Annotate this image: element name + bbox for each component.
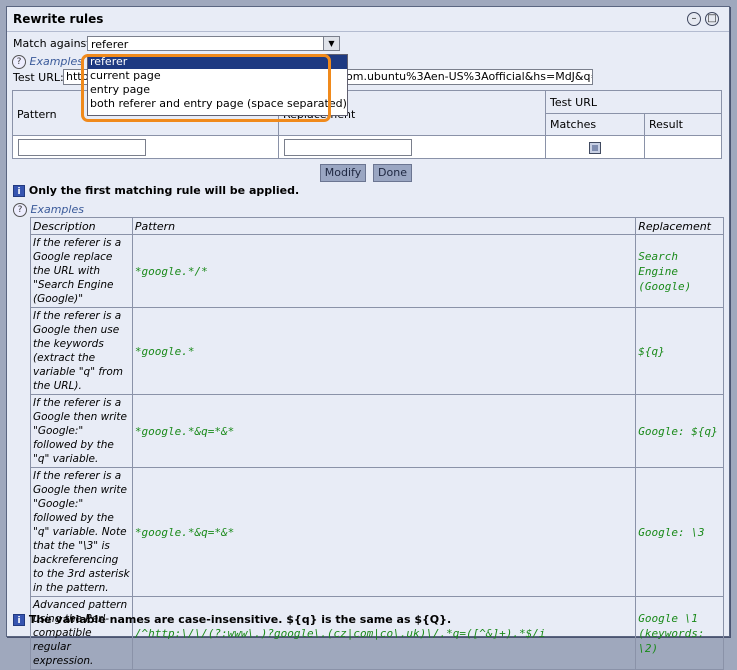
titlebar: Rewrite rules – □ [7, 7, 729, 32]
example-pattern: *google.*&q=*&* [131, 467, 637, 597]
test-url-header-cell: Test URL [545, 90, 722, 114]
table-row: If the referer is a Google then use the … [30, 307, 724, 395]
example-desc: If the referer is a Google then write "G… [30, 394, 133, 468]
example-pattern: *google.*/* [131, 234, 637, 308]
help-icon: ? [13, 203, 27, 217]
match-against-dropdown: referer current page entry page both ref… [87, 54, 348, 116]
test-url-header: Test URL [550, 96, 597, 109]
dropdown-option-current-page[interactable]: current page [88, 69, 347, 83]
result-cell [644, 135, 722, 159]
modify-button[interactable]: Modify [320, 164, 366, 182]
maximize-icon[interactable]: □ [705, 12, 719, 26]
replacement-col-header: Replacement [635, 217, 724, 235]
matches-checkbox[interactable] [589, 142, 601, 154]
example-replacement: Google \1 (keywords: \2) [635, 596, 724, 670]
pattern-input[interactable] [18, 139, 146, 156]
info-icon: i [13, 614, 25, 626]
pattern-header: Pattern [17, 108, 57, 121]
case-insensitive-notice-text: The variable names are case-insensitive.… [28, 613, 452, 626]
result-header: Result [649, 118, 683, 131]
table-row: If the referer is a Google then write "G… [30, 467, 724, 597]
example-pattern: *google.* [131, 307, 637, 395]
examples-link[interactable]: Examples [30, 55, 83, 68]
examples-table: Description Pattern Replacement If the r… [30, 217, 724, 670]
examples-title[interactable]: Examples [31, 203, 84, 216]
matches-header: Matches [550, 118, 597, 131]
dropdown-option-entry-page[interactable]: entry page [88, 83, 347, 97]
pattern-col-header: Pattern [131, 217, 637, 235]
examples-header-row: Description Pattern Replacement [30, 217, 724, 235]
example-desc: Advanced pattern using the Perl-compatib… [30, 596, 133, 670]
example-replacement: Google: ${q} [635, 394, 724, 468]
chevron-down-icon[interactable]: ▼ [323, 37, 339, 50]
rewrite-rules-window: Rewrite rules – □ Match against: referer… [6, 6, 730, 670]
minimize-icon[interactable]: – [687, 12, 701, 26]
matches-header-cell: Matches [545, 113, 645, 136]
description-header: Description [30, 217, 133, 235]
done-button[interactable]: Done [373, 164, 412, 182]
dropdown-option-referer[interactable]: referer [88, 55, 347, 69]
table-row: Advanced pattern using the Perl-compatib… [30, 596, 724, 670]
example-replacement: Search Engine (Google) [635, 234, 724, 308]
example-replacement: Google: \3 [635, 467, 724, 597]
examples-row: ? Examples [13, 203, 84, 217]
first-rule-notice: i Only the first matching rule will be a… [13, 184, 299, 197]
example-pattern: *google.*&q=*&* [131, 394, 637, 468]
info-icon: i [13, 185, 25, 197]
result-header-cell: Result [644, 113, 722, 136]
example-pattern: /^http:\/\/(?:www\.)?google\.(cz|com|co\… [131, 596, 637, 670]
match-against-label: Match against: [13, 37, 95, 50]
example-desc: If the referer is a Google then write "G… [30, 467, 133, 597]
dropdown-option-both[interactable]: both referer and entry page (space separ… [88, 97, 347, 111]
example-replacement: ${q} [635, 307, 724, 395]
example-desc: If the referer is a Google replace the U… [30, 234, 133, 308]
first-rule-notice-text: Only the first matching rule will be app… [28, 184, 300, 197]
match-against-value: referer [91, 38, 129, 51]
examples-link-row[interactable]: ? Examples [12, 55, 83, 69]
test-url-label: Test URL: [13, 71, 64, 84]
table-row: If the referer is a Google then write "G… [30, 394, 724, 468]
replacement-input[interactable] [284, 139, 412, 156]
table-row: If the referer is a Google replace the U… [30, 234, 724, 308]
match-against-select[interactable]: referer ▼ [87, 36, 340, 51]
help-icon: ? [12, 55, 26, 69]
window-title: Rewrite rules [13, 12, 104, 26]
test-url-value-right: -com.ubuntu%3Aen-US%3Aofficial&hs=MdJ&q=… [336, 70, 593, 83]
example-desc: If the referer is a Google then use the … [30, 307, 133, 395]
case-insensitive-notice: i The variable names are case-insensitiv… [13, 613, 451, 626]
